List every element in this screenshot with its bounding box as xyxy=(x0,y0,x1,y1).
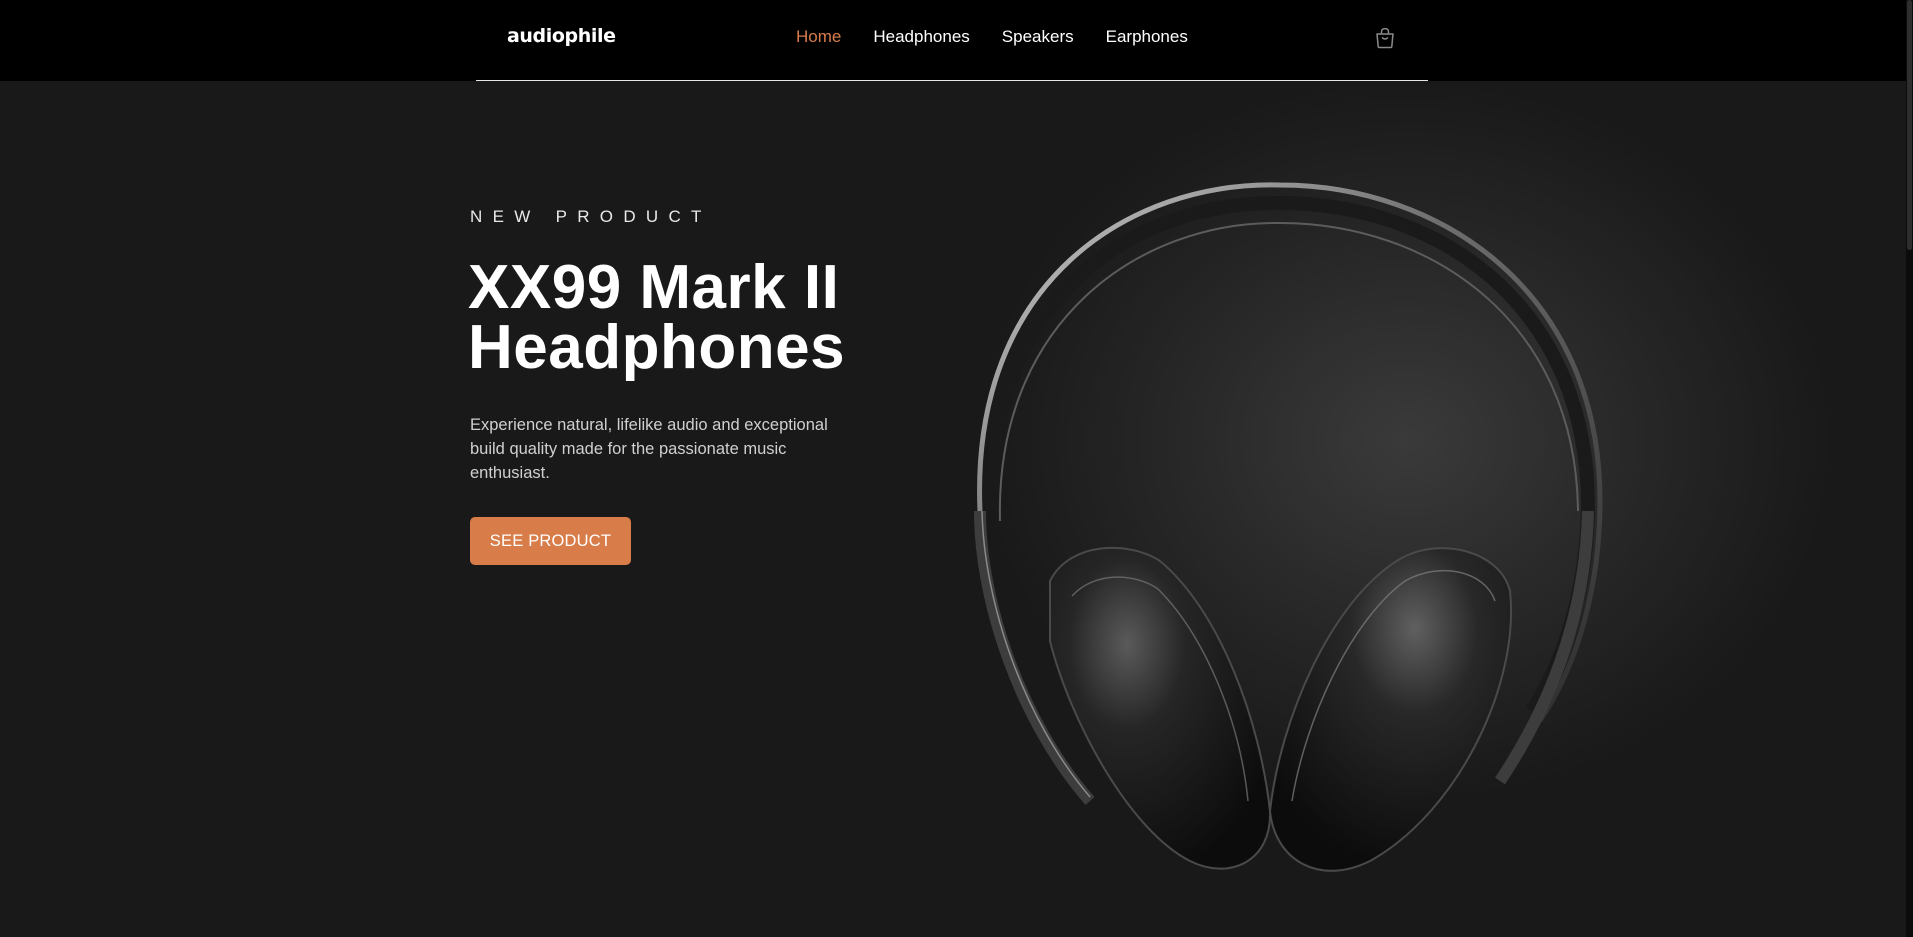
hero-overline: NEW PRODUCT xyxy=(470,207,712,226)
headphones-product-image xyxy=(900,81,1913,937)
page-scrollbar-thumb[interactable] xyxy=(1907,0,1912,250)
shopping-bag-icon xyxy=(1376,27,1394,49)
nav-link-earphones[interactable]: Earphones xyxy=(1106,24,1188,50)
hero-title: XX99 Mark II Headphones xyxy=(468,253,908,382)
hero-description: Experience natural, lifelike audio and e… xyxy=(470,416,828,482)
nav-link-speakers[interactable]: Speakers xyxy=(1002,24,1074,50)
hero-title-line-2: Headphones xyxy=(468,313,846,382)
main-nav: Home Headphones Speakers Earphones xyxy=(796,24,1188,50)
nav-link-home[interactable]: Home xyxy=(796,24,841,50)
cart-button[interactable] xyxy=(1373,26,1397,50)
site-header: audiophile Home Headphones Speakers Earp… xyxy=(0,0,1913,81)
nav-link-headphones[interactable]: Headphones xyxy=(873,24,969,50)
logo[interactable]: audiophile xyxy=(507,23,616,49)
page: audiophile Home Headphones Speakers Earp… xyxy=(0,0,1913,937)
hero-title-line-1: XX99 Mark II xyxy=(468,253,840,322)
see-product-button[interactable]: SEE PRODUCT xyxy=(470,517,631,565)
